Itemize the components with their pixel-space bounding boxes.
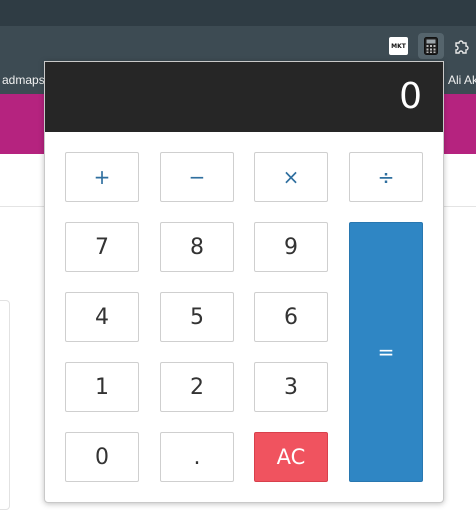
digit-0-button[interactable]: 0 <box>65 432 139 482</box>
browser-tab-strip <box>0 0 476 26</box>
digit-6-button[interactable]: 6 <box>254 292 328 342</box>
bookmark-item[interactable]: admaps <box>2 73 45 87</box>
digit-9-button[interactable]: 9 <box>254 222 328 272</box>
bookmark-item[interactable]: Ali Ak <box>448 73 476 87</box>
puzzle-icon <box>455 40 469 54</box>
multiply-button[interactable]: × <box>254 152 328 202</box>
decimal-button[interactable]: . <box>160 432 234 482</box>
extensions-puzzle-icon[interactable] <box>452 36 472 56</box>
divide-button[interactable]: ÷ <box>349 152 423 202</box>
digit-5-button[interactable]: 5 <box>160 292 234 342</box>
digit-4-button[interactable]: 4 <box>65 292 139 342</box>
digit-2-button[interactable]: 2 <box>160 362 234 412</box>
plus-button[interactable]: + <box>65 152 139 202</box>
calculator-popup: 0 + − × ÷ 7 8 9 4 5 6 1 2 3 0 . AC = <box>44 61 444 503</box>
equals-button[interactable]: = <box>349 222 423 482</box>
digit-7-button[interactable]: 7 <box>65 222 139 272</box>
digit-1-button[interactable]: 1 <box>65 362 139 412</box>
clear-button[interactable]: AC <box>254 432 328 482</box>
digit-3-button[interactable]: 3 <box>254 362 328 412</box>
page-card <box>0 300 10 510</box>
minus-button[interactable]: − <box>160 152 234 202</box>
mkt-extension-icon[interactable]: MKT <box>389 37 408 55</box>
calculator-icon <box>424 37 438 55</box>
calculator-extension-icon[interactable] <box>418 33 444 59</box>
digit-8-button[interactable]: 8 <box>160 222 234 272</box>
calculator-display: 0 <box>45 62 443 132</box>
